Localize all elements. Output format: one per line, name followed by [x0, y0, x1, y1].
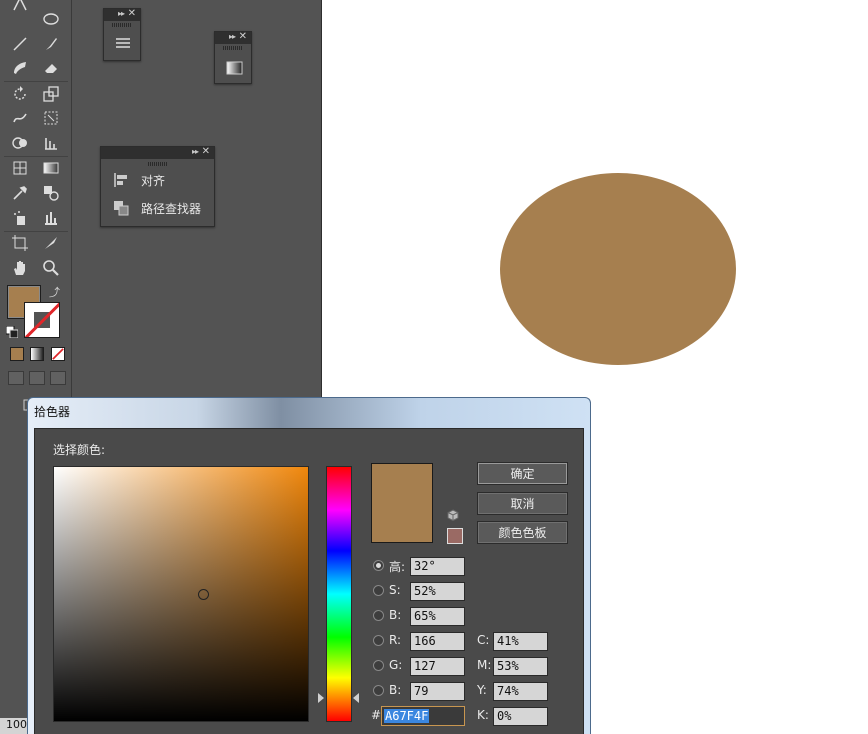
brightness-input[interactable]: 65%: [410, 607, 465, 626]
current-color-preview: [371, 463, 433, 543]
hand-icon[interactable]: [9, 258, 31, 278]
green-radio[interactable]: [373, 660, 384, 671]
green-input[interactable]: 127: [410, 657, 465, 676]
yellow-label: Y:: [477, 683, 487, 697]
slice-icon[interactable]: [40, 233, 62, 253]
align-pathfinder-panel: ▸▸ ✕ 对齐 路径查找器: [100, 146, 215, 227]
ok-button[interactable]: 确定: [477, 462, 568, 485]
ellipse-shape[interactable]: [500, 173, 736, 365]
none-mode-button[interactable]: [51, 347, 65, 361]
magenta-input[interactable]: 53%: [493, 657, 548, 676]
cancel-button[interactable]: 取消: [477, 492, 568, 515]
zoom-icon[interactable]: [40, 258, 62, 278]
draw-inside-icon[interactable]: [50, 371, 66, 385]
rotate-icon[interactable]: [9, 84, 31, 104]
blue-input[interactable]: 79: [410, 682, 465, 701]
menu-lines-icon[interactable]: [115, 37, 131, 49]
panel-header[interactable]: ▸▸ ✕: [101, 146, 214, 159]
color-swatches-button[interactable]: 颜色色板: [477, 521, 568, 544]
panel-grip[interactable]: [112, 23, 132, 27]
align-panel-button[interactable]: 对齐: [101, 166, 214, 194]
black-input[interactable]: 0%: [493, 707, 548, 726]
collapsed-panel-gradient: ▸▸ ✕: [214, 31, 252, 84]
close-icon[interactable]: ✕: [239, 31, 247, 42]
brightness-label: B:: [389, 608, 402, 622]
stroke-color-swatch[interactable]: [24, 302, 60, 338]
cyan-label: C:: [477, 633, 490, 647]
yellow-input[interactable]: 74%: [493, 682, 548, 701]
blob-brush-icon[interactable]: [9, 58, 31, 78]
eyedropper-icon[interactable]: [9, 183, 31, 203]
select-color-label: 选择颜色:: [53, 443, 106, 457]
pathfinder-label: 路径查找器: [141, 201, 202, 216]
green-label: G:: [389, 658, 403, 672]
hue-slider-handle-left[interactable]: [318, 693, 324, 703]
hue-input[interactable]: 32°: [410, 557, 465, 576]
hue-label: 高:: [389, 560, 406, 574]
draw-normal-icon[interactable]: [8, 371, 24, 385]
red-radio[interactable]: [373, 635, 384, 646]
brush-icon[interactable]: [40, 34, 62, 54]
close-icon[interactable]: ✕: [128, 8, 136, 19]
hue-radio[interactable]: [373, 560, 384, 571]
column-graph-icon[interactable]: [40, 208, 62, 228]
draw-behind-icon[interactable]: [29, 371, 45, 385]
toolbox: ⤴: [0, 0, 72, 420]
collapsed-panel-menu: ▸▸ ✕: [103, 8, 141, 61]
panel-grip[interactable]: [223, 46, 243, 50]
hex-input[interactable]: A67F4F: [381, 706, 465, 726]
hue-slider-handle-right[interactable]: [353, 693, 359, 703]
magenta-label: M:: [477, 658, 492, 672]
hex-value: A67F4F: [384, 709, 430, 723]
swap-fill-stroke-icon[interactable]: ⤴: [49, 284, 60, 300]
cyan-input[interactable]: 41%: [493, 632, 548, 651]
brightness-radio[interactable]: [373, 610, 384, 621]
color-picker-marker[interactable]: [198, 589, 209, 600]
blend-icon[interactable]: [40, 183, 62, 203]
pen-icon[interactable]: [9, 0, 31, 14]
pathfinder-panel-button[interactable]: 路径查找器: [101, 194, 214, 222]
out-of-gamut-icon[interactable]: [447, 509, 459, 522]
collapse-icon[interactable]: ▸▸: [118, 9, 125, 18]
artboard-icon[interactable]: [9, 233, 31, 253]
symbol-sprayer-icon[interactable]: [9, 208, 31, 228]
dialog-body: 选择颜色: 确定 取消 颜色色板 高: 32° S: 52% B: 65% R:…: [34, 428, 584, 734]
mesh-icon[interactable]: [9, 158, 31, 178]
gradient-panel-icon[interactable]: [226, 61, 243, 75]
saturation-brightness-field[interactable]: [53, 466, 309, 722]
panel-header[interactable]: ▸▸ ✕: [215, 31, 251, 44]
align-icon: [113, 172, 129, 188]
collapse-icon[interactable]: ▸▸: [192, 147, 199, 156]
dialog-title: 拾色器: [34, 405, 71, 419]
saturation-radio[interactable]: [373, 585, 384, 596]
scale-icon[interactable]: [40, 84, 62, 104]
saturation-label: S:: [389, 583, 401, 597]
line-icon[interactable]: [9, 34, 31, 54]
gradient-mode-button[interactable]: [30, 347, 44, 361]
red-input[interactable]: 166: [410, 632, 465, 651]
black-label: K:: [477, 708, 489, 722]
red-label: R:: [389, 633, 402, 647]
hex-label: #: [371, 708, 382, 722]
panel-header[interactable]: ▸▸ ✕: [104, 8, 140, 21]
gamut-warning-swatch[interactable]: [447, 528, 463, 544]
blue-radio[interactable]: [373, 685, 384, 696]
hue-slider[interactable]: [326, 466, 352, 722]
close-icon[interactable]: ✕: [202, 146, 210, 157]
eraser-icon[interactable]: [40, 58, 62, 78]
collapse-icon[interactable]: ▸▸: [229, 32, 236, 41]
gradient-icon[interactable]: [40, 158, 62, 178]
graph-icon[interactable]: [40, 133, 62, 153]
blue-label: B:: [389, 683, 402, 697]
ellipse-icon[interactable]: [40, 9, 62, 29]
default-colors-icon[interactable]: [5, 325, 19, 339]
free-transform-icon[interactable]: [40, 108, 62, 128]
align-label: 对齐: [141, 173, 166, 188]
pathfinder-icon: [113, 200, 129, 216]
shape-builder-icon[interactable]: [9, 133, 31, 153]
warp-icon[interactable]: [9, 108, 31, 128]
color-picker-dialog: 拾色器 选择颜色: 确定 取消 颜色色板 高: 32° S: 52% B: 65…: [27, 397, 591, 734]
saturation-input[interactable]: 52%: [410, 582, 465, 601]
color-mode-button[interactable]: [10, 347, 24, 361]
